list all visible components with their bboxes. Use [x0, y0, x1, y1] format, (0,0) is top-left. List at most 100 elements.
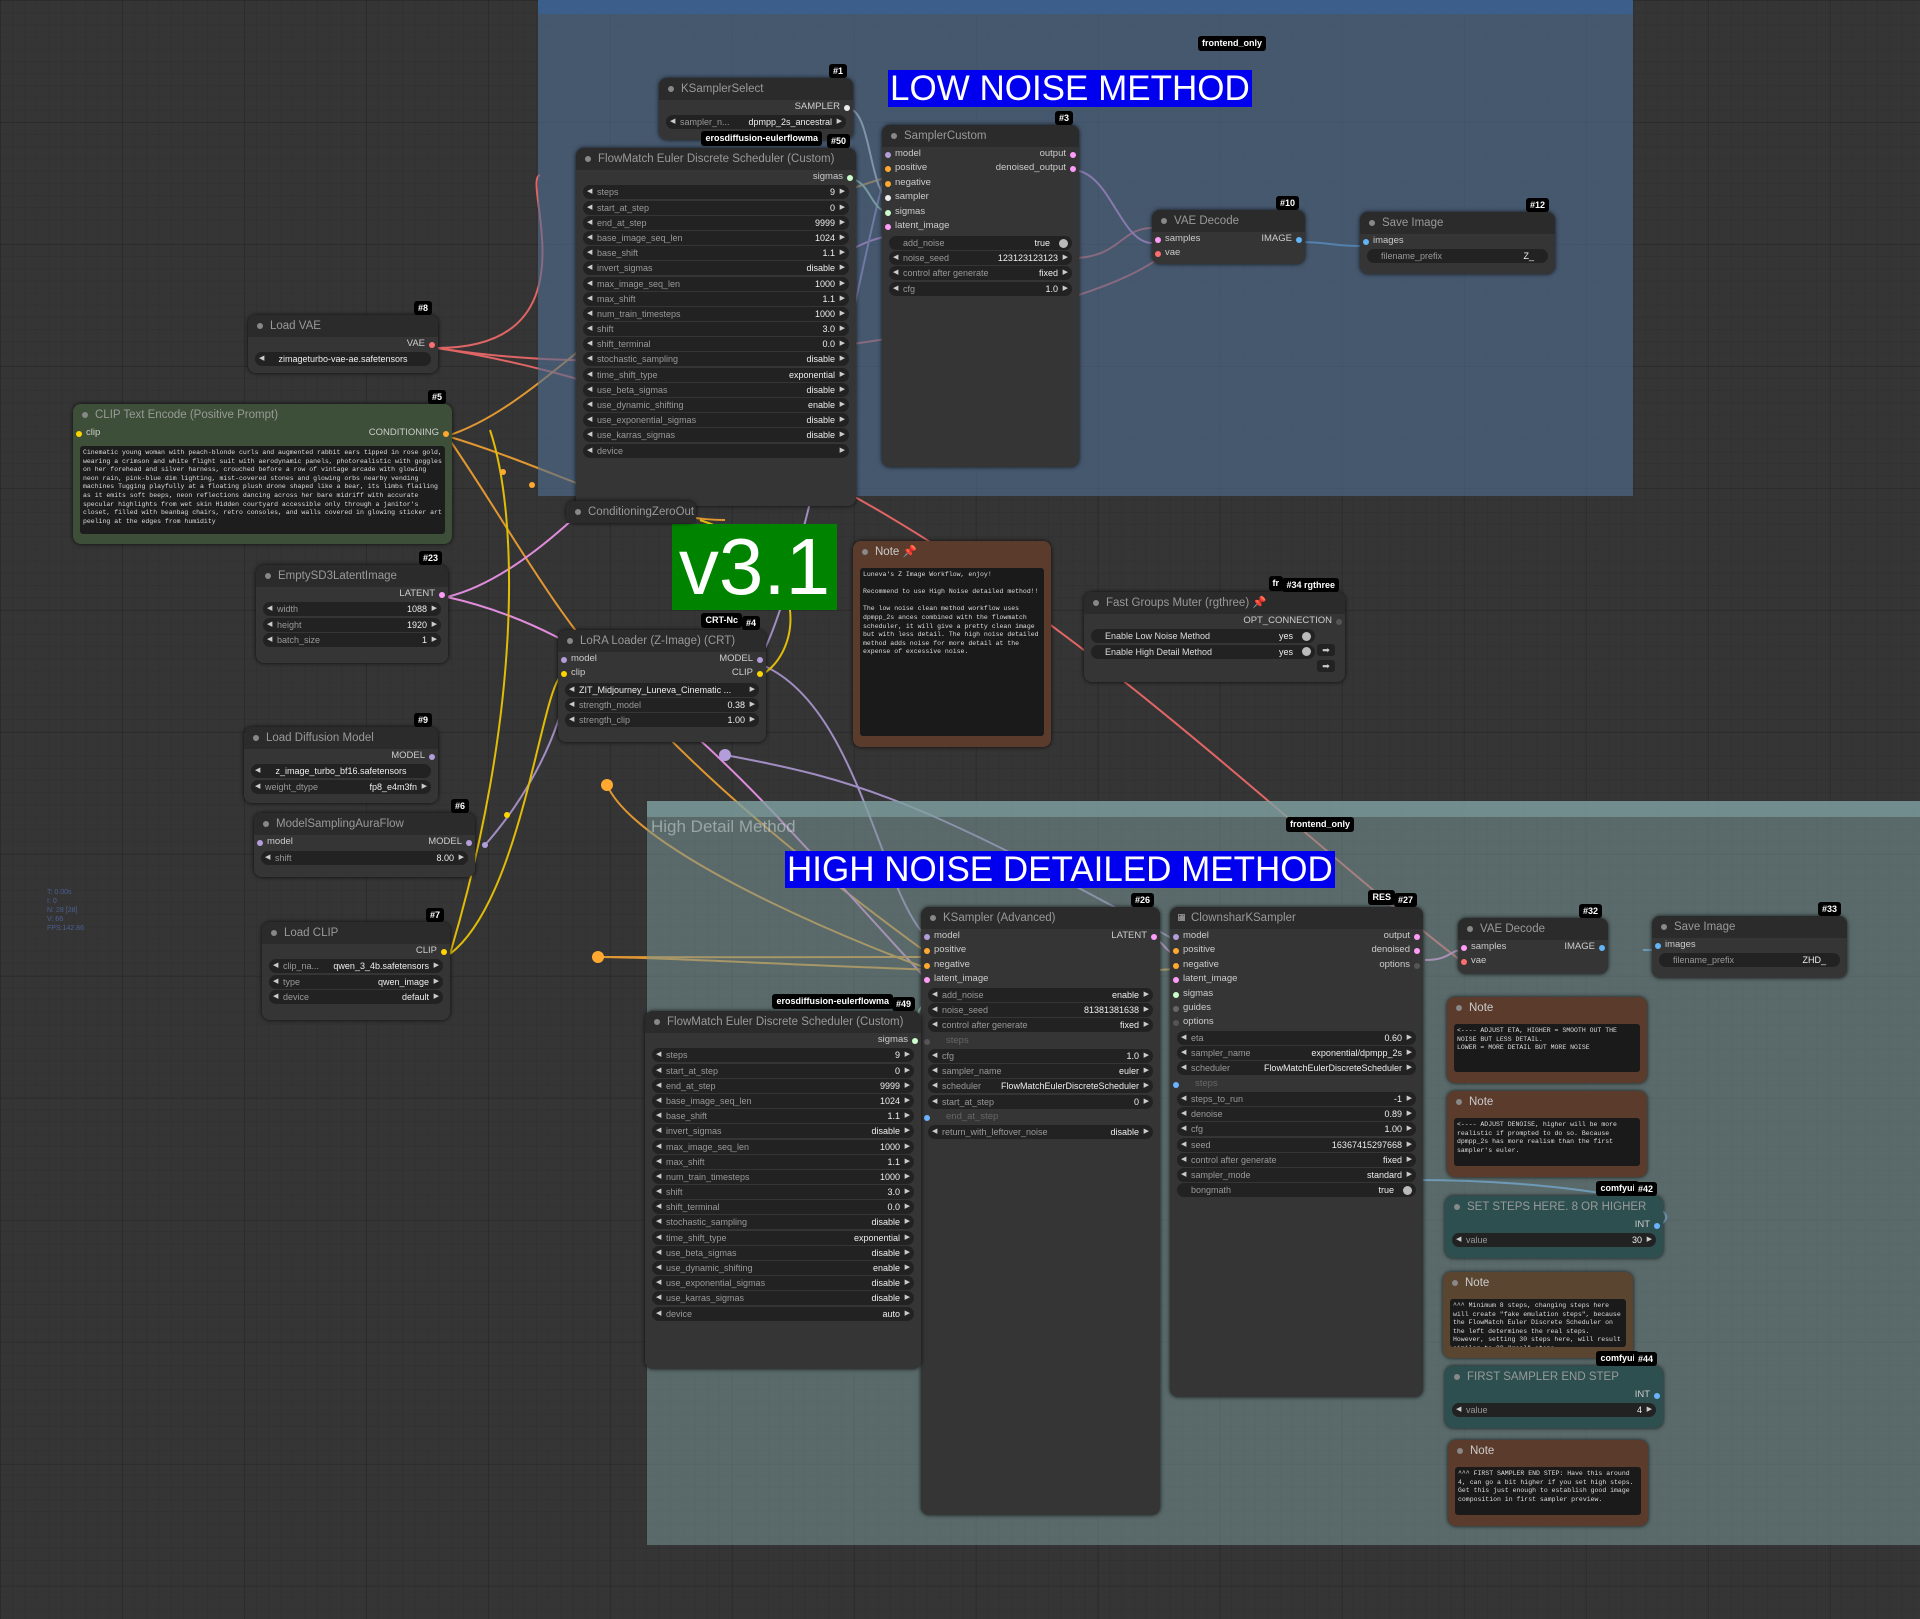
input-guides[interactable]: guides: [1170, 1001, 1423, 1015]
widget-steps[interactable]: steps9: [652, 1048, 914, 1063]
widget-bongmath[interactable]: bongmath true: [1177, 1183, 1416, 1198]
output-model[interactable]: MODEL: [428, 835, 475, 849]
widget-max-image-seq-len[interactable]: max_image_seq_len1000: [652, 1139, 914, 1154]
widget-stochastic-sampling[interactable]: stochastic_samplingdisable: [583, 352, 849, 367]
widget-cfg[interactable]: cfg1.0: [928, 1048, 1153, 1063]
widget-return-with-leftover-noise[interactable]: return_with_leftover_noisedisable: [928, 1125, 1153, 1140]
output-output[interactable]: output: [1309, 929, 1423, 943]
input-sigmas[interactable]: sigmas: [1170, 987, 1423, 1001]
node-title[interactable]: EmptySD3LatentImage: [256, 565, 448, 587]
node-vae-decode-bottom[interactable]: #32 VAE Decode samples vae IMAGE: [1458, 904, 1608, 974]
widget-eta[interactable]: eta0.60: [1177, 1031, 1416, 1045]
widget-add-noise[interactable]: add_noiseenable: [928, 988, 1153, 1002]
node-empty-sd3-latent-image[interactable]: #23 EmptySD3LatentImage LATENT width1088…: [256, 551, 448, 663]
widget-strength-model[interactable]: strength_model0.38: [565, 698, 759, 713]
navigate-arrow-icon[interactable]: ➡: [1317, 660, 1335, 672]
node-title[interactable]: KSampler (Advanced): [921, 907, 1160, 929]
output-denoised-output[interactable]: denoised_output: [981, 161, 1080, 175]
widget-base-image-seq-len[interactable]: base_image_seq_len1024: [652, 1093, 914, 1108]
input-end-at-step[interactable]: end_at_step: [921, 1110, 1160, 1124]
output-latent[interactable]: LATENT: [1111, 929, 1160, 943]
widget-unet-name[interactable]: z_image_turbo_bf16.safetensors: [251, 764, 431, 779]
widget-denoise[interactable]: denoise0.89: [1177, 1107, 1416, 1122]
node-load-vae[interactable]: #8 Load VAE VAE zimageturbo-vae-ae.safet…: [248, 301, 438, 373]
output-vae[interactable]: VAE: [248, 337, 438, 351]
node-set-steps[interactable]: comfyui #42 SET STEPS HERE. 8 OR HIGHER …: [1445, 1181, 1663, 1258]
widget-use-dynamic-shifting[interactable]: use_dynamic_shiftingenable: [583, 398, 849, 413]
output-sampler[interactable]: SAMPLER: [659, 100, 853, 114]
widget-base-shift[interactable]: base_shift1.1: [583, 246, 849, 261]
widget-end-at-step[interactable]: end_at_step9999: [583, 215, 849, 230]
node-note-top[interactable]: Note 📌 Luneva's Z Image Workflow, enjoy!…: [853, 541, 1051, 747]
node-note-steps[interactable]: Note ^^^ Minimum 8 steps, changing steps…: [1443, 1272, 1633, 1358]
node-note-denoise[interactable]: Note <---- ADJUST DENOISE, higher will b…: [1447, 1091, 1647, 1177]
node-save-image-bottom[interactable]: #33 Save Image images filename_prefix ZHD…: [1652, 902, 1847, 978]
widget-batch-size[interactable]: batch_size1: [263, 632, 441, 647]
output-sigmas[interactable]: sigmas: [645, 1033, 921, 1047]
input-vae[interactable]: vae: [1458, 954, 1608, 968]
input-sampler[interactable]: sampler: [882, 190, 1079, 204]
node-title[interactable]: Fast Groups Muter (rgthree) 📌: [1084, 592, 1345, 614]
input-images[interactable]: images: [1360, 234, 1555, 248]
input-images[interactable]: images: [1652, 938, 1847, 952]
input-positive[interactable]: positive: [921, 943, 1160, 957]
output-clip[interactable]: CLIP: [662, 666, 766, 680]
widget-sampler-name[interactable]: sampler_nameeuler: [928, 1064, 1153, 1079]
node-title[interactable]: VAE Decode: [1152, 210, 1305, 232]
node-title[interactable]: Load CLIP: [262, 922, 450, 944]
widget-invert-sigmas[interactable]: invert_sigmasdisable: [652, 1124, 914, 1139]
node-title[interactable]: Load Diffusion Model: [244, 727, 438, 749]
node-sampler-custom[interactable]: #3 SamplerCustom model positive negative…: [882, 111, 1080, 467]
node-ksampler-advanced[interactable]: #26 KSampler (Advanced) model positive n…: [921, 893, 1160, 1515]
output-opt-connection[interactable]: OPT_CONNECTION: [1084, 614, 1345, 628]
node-title[interactable]: FlowMatch Euler Discrete Scheduler (Cust…: [576, 148, 856, 170]
output-output[interactable]: output: [981, 147, 1080, 161]
widget-max-shift[interactable]: max_shift1.1: [583, 291, 849, 306]
node-title[interactable]: KSamplerSelect: [659, 78, 853, 100]
input-options[interactable]: options: [1170, 1015, 1423, 1029]
widget-filename-prefix[interactable]: filename_prefix ZHD_: [1659, 953, 1840, 968]
widget-base-shift[interactable]: base_shift1.1: [652, 1109, 914, 1124]
widget-vae-name[interactable]: zimageturbo-vae-ae.safetensors: [255, 352, 431, 367]
node-lora-loader[interactable]: CRT-Nc #4 LoRA Loader (Z-Image) (CRT) mo…: [558, 613, 766, 742]
widget-noise-seed[interactable]: noise_seed123123123123: [889, 251, 1072, 266]
output-clip[interactable]: CLIP: [262, 944, 450, 958]
output-denoised[interactable]: denoised: [1309, 943, 1423, 957]
widget-weight-dtype[interactable]: weight_dtypefp8_e4m3fn: [251, 779, 431, 794]
output-image[interactable]: IMAGE: [1564, 940, 1608, 954]
widget-lora-name[interactable]: ZIT_Midjourney_Luneva_Cinematic ...: [565, 683, 759, 697]
widget-sampler-name[interactable]: sampler_nameexponential/dpmpp_2s: [1177, 1046, 1416, 1061]
widget-control-after-generate[interactable]: control after generatefixed: [889, 266, 1072, 281]
widget-scheduler[interactable]: schedulerFlowMatchEulerDiscreteScheduler: [928, 1079, 1153, 1094]
widget-num-train-timesteps[interactable]: num_train_timesteps1000: [583, 306, 849, 321]
node-vae-decode-top[interactable]: #10 VAE Decode samples vae IMAGE: [1152, 196, 1305, 264]
widget-num-train-timesteps[interactable]: num_train_timesteps1000: [652, 1169, 914, 1184]
widget-device[interactable]: deviceauto: [652, 1306, 914, 1321]
input-steps[interactable]: steps: [921, 1034, 1160, 1048]
node-title[interactable]: Note 📌: [853, 541, 1051, 563]
output-options[interactable]: options: [1309, 958, 1423, 972]
widget-use-karras-sigmas[interactable]: use_karras_sigmasdisable: [652, 1291, 914, 1306]
prompt-textarea[interactable]: Cinematic young woman with peach-blonde …: [80, 446, 445, 534]
node-title[interactable]: FlowMatch Euler Discrete Scheduler (Cust…: [645, 1011, 921, 1033]
navigate-arrow-icon[interactable]: ➡: [1317, 644, 1335, 656]
widget-filename-prefix[interactable]: filename_prefix Z_: [1367, 249, 1548, 264]
node-title[interactable]: ConditioningZeroOut: [566, 501, 696, 523]
widget-time-shift-type[interactable]: time_shift_typeexponential: [652, 1230, 914, 1245]
node-title[interactable]: SamplerCustom: [882, 125, 1079, 147]
node-title[interactable]: SET STEPS HERE. 8 OR HIGHER: [1445, 1196, 1663, 1218]
widget-sampler-name[interactable]: sampler_n...dpmpp_2s_ancestral: [666, 115, 846, 130]
node-clownshark-ksampler[interactable]: RES #27 ClownsharKSampler model positive…: [1170, 890, 1423, 1397]
node-title[interactable]: CLIP Text Encode (Positive Prompt): [73, 404, 452, 426]
widget-base-image-seq-len[interactable]: base_image_seq_len1024: [583, 230, 849, 245]
widget-value[interactable]: value4: [1452, 1403, 1656, 1418]
toggle-low-noise[interactable]: Enable Low Noise Method yes: [1091, 629, 1315, 644]
input-negative[interactable]: negative: [882, 176, 1079, 190]
widget-use-karras-sigmas[interactable]: use_karras_sigmasdisable: [583, 428, 849, 443]
widget-control-after-generate[interactable]: control after generatefixed: [1177, 1152, 1416, 1167]
widget-add-noise[interactable]: add_noise true: [889, 236, 1072, 250]
node-conditioning-zero-out[interactable]: ConditioningZeroOut: [566, 501, 696, 523]
input-latent-image[interactable]: latent_image: [921, 972, 1160, 986]
node-title[interactable]: Note: [1447, 997, 1647, 1019]
output-sigmas[interactable]: sigmas: [576, 170, 856, 184]
